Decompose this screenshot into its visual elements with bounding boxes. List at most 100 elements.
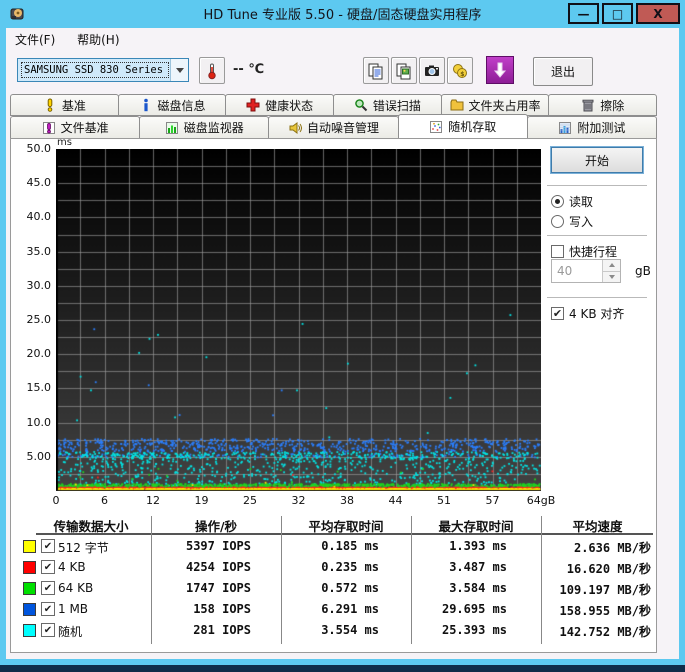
write-radio[interactable]	[551, 215, 564, 228]
chevron-down-icon	[609, 275, 615, 279]
avg-access-value: 0.572 ms	[281, 581, 379, 595]
minimize-button[interactable]: —	[568, 3, 599, 24]
menu-help[interactable]: 帮助(H)	[68, 28, 128, 48]
update-button[interactable]	[486, 56, 514, 84]
copy-text-button[interactable]	[363, 57, 389, 84]
series-checkbox[interactable]: ✔	[41, 623, 55, 637]
chevron-down-icon[interactable]	[170, 59, 188, 81]
x-tick-label: 25	[230, 494, 270, 507]
series-color-swatch	[23, 603, 36, 616]
capacity-spinner[interactable]: 40	[551, 259, 621, 283]
short-stroke-checkbox[interactable]	[551, 245, 564, 258]
max-access-value: 25.393 ms	[411, 623, 507, 637]
drive-select[interactable]: SAMSUNG SSD 830 Series (64 gB)	[17, 58, 189, 82]
align-option[interactable]: ✔ 4 KB 对齐	[551, 305, 624, 322]
series-color-swatch	[23, 582, 36, 595]
tab-extra-tests[interactable]: 附加测试	[527, 116, 657, 138]
read-label: 读取	[569, 193, 593, 210]
erase-icon	[581, 98, 595, 112]
iops-value: 1747 IOPS	[151, 581, 251, 595]
exit-button[interactable]: 退出	[533, 57, 593, 86]
y-tick-label: 35.0	[13, 245, 51, 258]
separator	[547, 235, 647, 236]
y-tick-label: 45.0	[13, 176, 51, 189]
tab-folder-usage[interactable]: 文件夹占用率	[441, 94, 550, 116]
temperature-button[interactable]	[199, 57, 225, 84]
tab-label: 擦除	[600, 97, 624, 114]
series-checkbox[interactable]: ✔	[41, 539, 55, 553]
screenshot-button[interactable]	[419, 57, 445, 84]
x-tick-label: 0	[36, 494, 76, 507]
random-access-pane: ms 50.045.040.035.030.025.020.015.010.05…	[10, 138, 657, 653]
tab-erase[interactable]: 擦除	[548, 94, 657, 116]
tab-disk-monitor[interactable]: 磁盘监视器	[139, 116, 269, 138]
tab-label: 文件基准	[61, 119, 109, 136]
health-icon	[246, 98, 260, 112]
y-tick-label: 10.0	[13, 416, 51, 429]
capacity-value[interactable]: 40	[552, 260, 602, 282]
temperature-readout: -- ℃	[233, 62, 264, 77]
maximize-button[interactable]: □	[602, 3, 633, 24]
tab-random-access[interactable]: 随机存取	[398, 114, 528, 138]
close-button[interactable]: X	[636, 3, 680, 24]
start-button[interactable]: 开始	[551, 147, 643, 173]
error-scan-icon	[354, 98, 368, 112]
folder-usage-icon	[450, 98, 464, 112]
series-label: 4 KB	[58, 560, 86, 574]
tab-error-scan[interactable]: 错误扫描	[333, 94, 442, 116]
read-radio[interactable]	[551, 195, 564, 208]
capacity-unit-label: gB	[635, 264, 651, 278]
tab-health[interactable]: 健康状态	[225, 94, 334, 116]
thermometer-icon	[205, 62, 219, 80]
write-option[interactable]: 写入	[551, 213, 593, 230]
header-rule	[36, 533, 653, 535]
tab-aam[interactable]: 自动噪音管理	[268, 116, 398, 138]
align-label: 4 KB 对齐	[569, 305, 624, 322]
series-label: 512 字节	[58, 539, 109, 556]
tab-benchmark[interactable]: 基准	[10, 94, 119, 116]
series-color-swatch	[23, 561, 36, 574]
tab-file-benchmark[interactable]: 文件基准	[10, 116, 140, 138]
series-label: 随机	[58, 623, 82, 640]
short-stroke-option[interactable]: 快捷行程	[551, 243, 617, 260]
y-tick-label: 5.00	[13, 450, 51, 463]
tab-strip-row1: 基准 磁盘信息 健康状态 错误扫描	[10, 94, 656, 116]
avg-speed-value: 142.752 MB/秒	[541, 623, 651, 640]
chevron-up-icon	[609, 263, 615, 267]
menu-file[interactable]: 文件(F)	[6, 28, 64, 48]
series-color-swatch	[23, 540, 36, 553]
avg-speed-value: 158.955 MB/秒	[541, 602, 651, 619]
copy-image-button[interactable]	[391, 57, 417, 84]
tab-label: 自动噪音管理	[307, 119, 379, 136]
y-tick-label: 15.0	[13, 381, 51, 394]
series-checkbox[interactable]: ✔	[41, 602, 55, 616]
title-bar: HD Tune 专业版 5.50 - 硬盘/固态硬盘实用程序 — □ X	[0, 0, 685, 28]
x-tick-label: 6	[85, 494, 125, 507]
update-down-arrow-icon	[491, 61, 509, 79]
x-tick-label: 12	[133, 494, 173, 507]
separator	[547, 185, 647, 186]
benchmark-icon	[43, 98, 57, 112]
y-tick-label: 20.0	[13, 347, 51, 360]
tab-label: 文件夹占用率	[469, 97, 541, 114]
disk-info-icon	[139, 98, 153, 112]
iops-value: 4254 IOPS	[151, 560, 251, 574]
series-label: 1 MB	[58, 602, 88, 616]
x-tick-label: 38	[327, 494, 367, 507]
donate-icon: $	[451, 62, 469, 80]
spinner-down-button[interactable]	[603, 272, 620, 283]
read-option[interactable]: 读取	[551, 193, 593, 210]
donate-button[interactable]: $	[447, 57, 473, 84]
series-checkbox[interactable]: ✔	[41, 560, 55, 574]
x-tick-label: 64gB	[521, 494, 561, 507]
series-label: 64 KB	[58, 581, 93, 595]
align-checkbox[interactable]: ✔	[551, 307, 564, 320]
spinner-up-button[interactable]	[603, 260, 620, 272]
app-window: HD Tune 专业版 5.50 - 硬盘/固态硬盘实用程序 — □ X 文件(…	[0, 0, 685, 665]
max-access-value: 1.393 ms	[411, 539, 507, 553]
tab-label: 基准	[62, 97, 86, 114]
y-tick-label: 30.0	[13, 279, 51, 292]
client-area: 文件(F) 帮助(H) SAMSUNG SSD 830 Series (64 g…	[6, 28, 679, 659]
tab-disk-info[interactable]: 磁盘信息	[118, 94, 227, 116]
series-checkbox[interactable]: ✔	[41, 581, 55, 595]
